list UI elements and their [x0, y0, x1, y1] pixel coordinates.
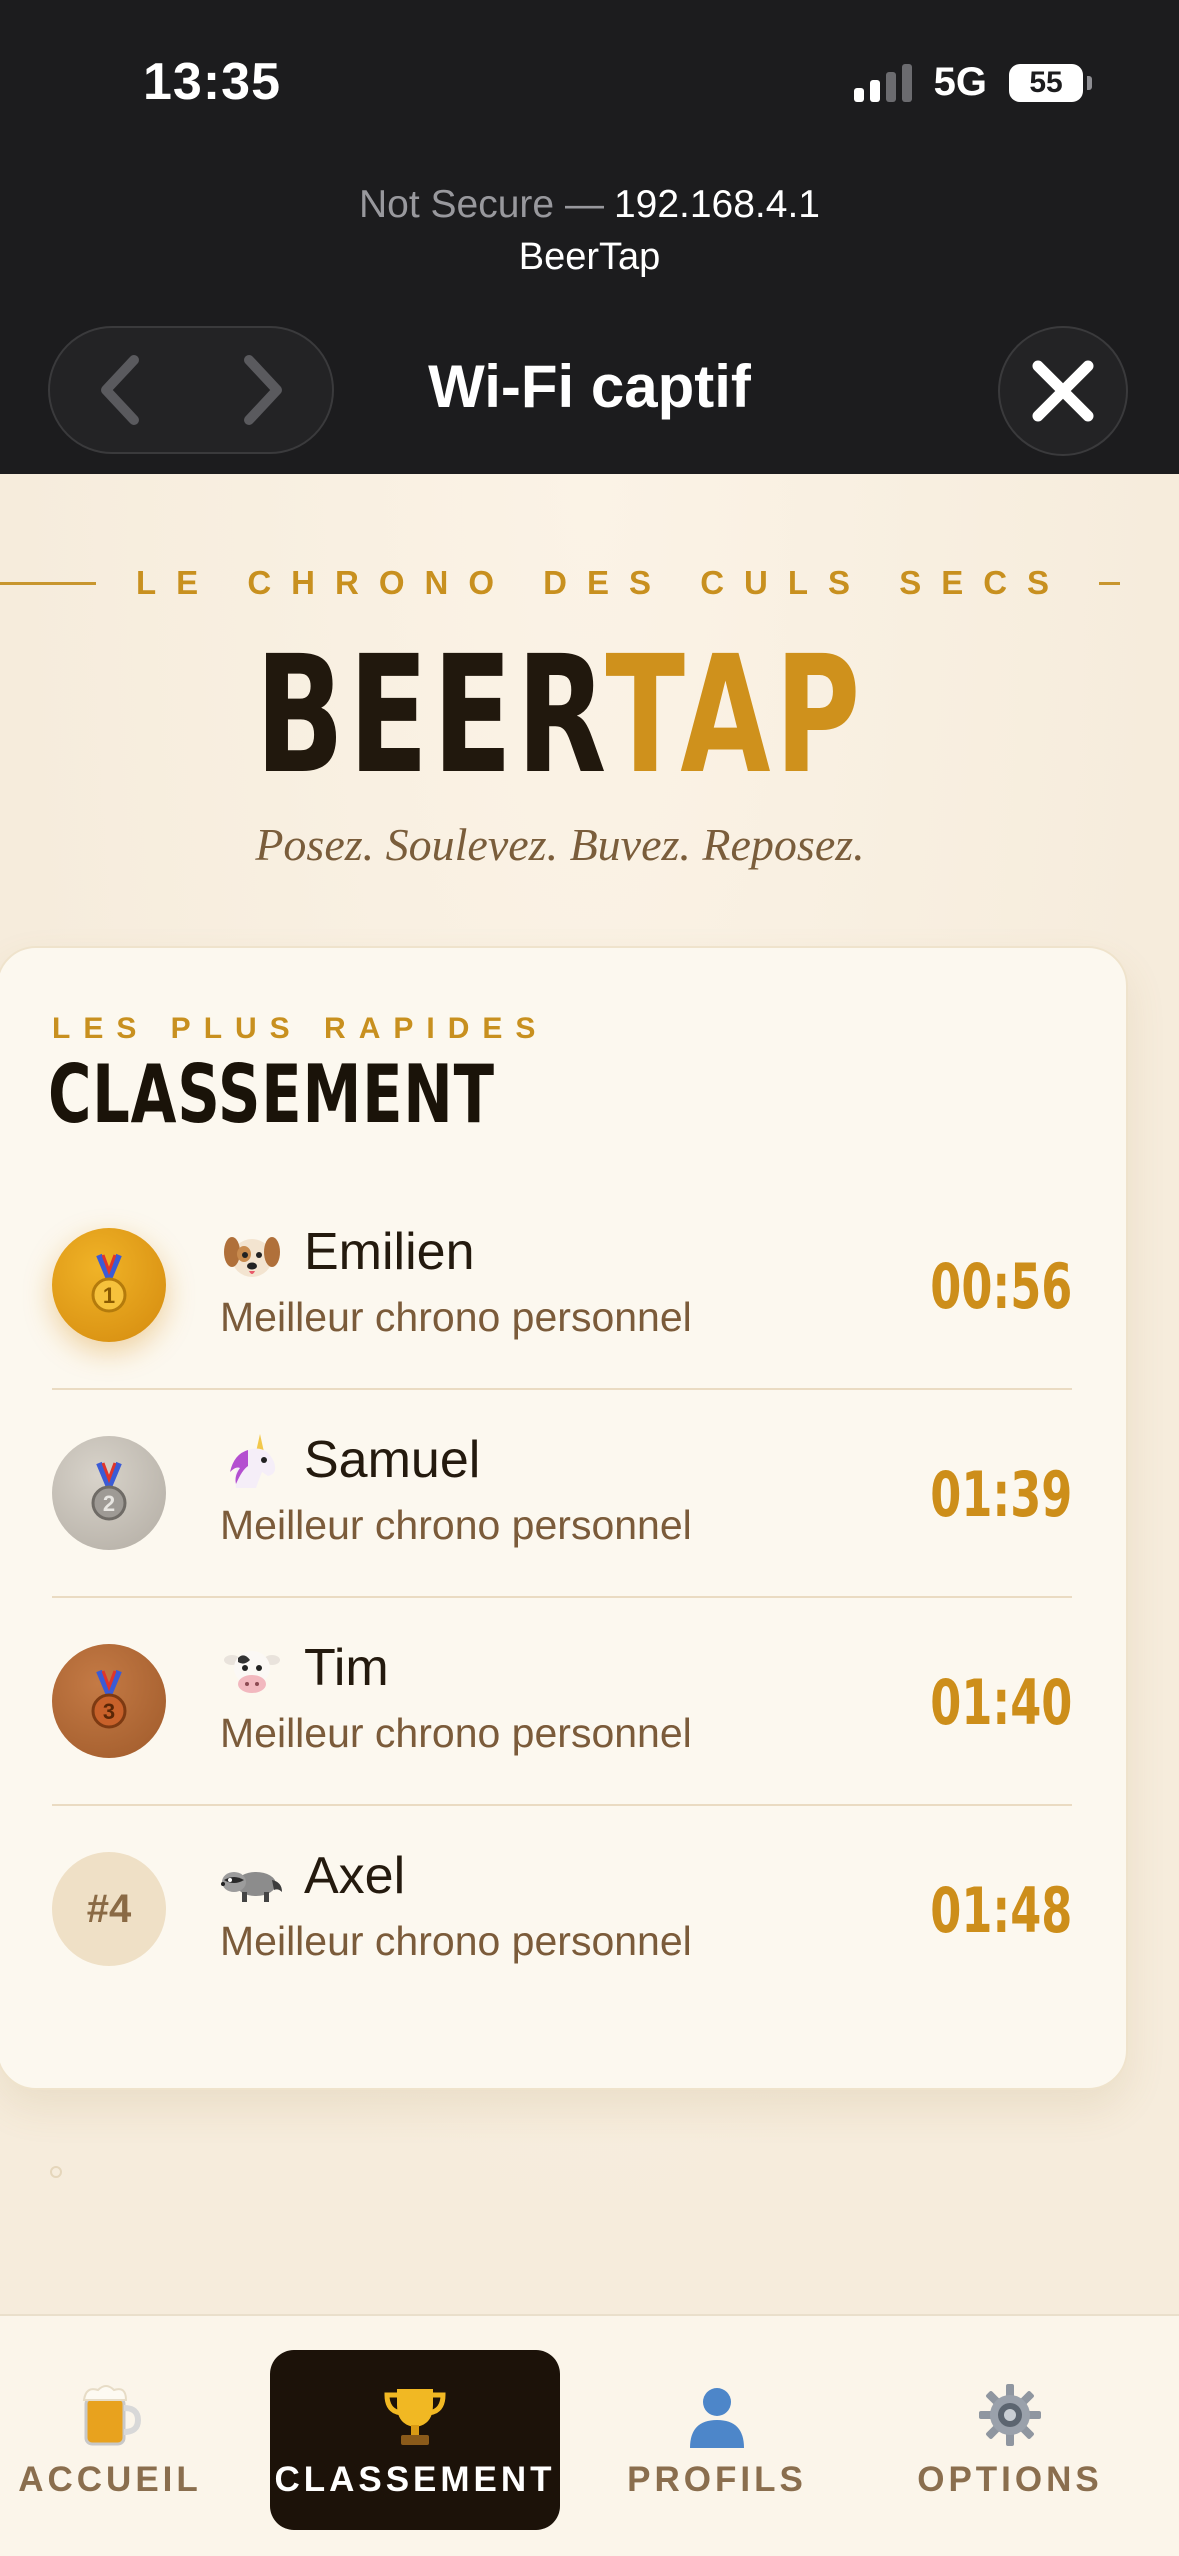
- tab-label: CLASSEMENT: [274, 2460, 556, 2499]
- not-secure-label: Not Secure —: [359, 183, 604, 226]
- brand-part-2: TAP: [605, 622, 865, 810]
- decorative-dot: [50, 2166, 62, 2178]
- player-subtitle: Meilleur chrono personnel: [220, 1918, 692, 1964]
- unicorn-icon: [220, 1430, 284, 1494]
- player-name: Axel: [304, 1847, 406, 1905]
- svg-text:1: 1: [103, 1283, 115, 1308]
- player-subtitle: Meilleur chrono personnel: [220, 1294, 692, 1340]
- site-name: BeerTap: [518, 236, 661, 278]
- signal-icon: [853, 63, 912, 102]
- url-bar[interactable]: Not Secure —192.168.4.1: [0, 183, 1179, 227]
- person-icon: [682, 2380, 752, 2450]
- leaderboard-row[interactable]: 1 Emilien Meilleur chrono personnel 00:5…: [52, 1182, 1072, 1390]
- player-name: Tim: [304, 1639, 389, 1697]
- close-icon: [1032, 360, 1094, 422]
- player-time: 00:56: [929, 1250, 1072, 1323]
- rank-badge: #4: [52, 1852, 166, 1966]
- trophy-icon: [380, 2380, 450, 2450]
- leaderboard-card: LES PLUS RAPIDES CLASSEMENT 1 Emilien Me…: [0, 946, 1128, 2090]
- bottom-tab-bar: ACCUEIL CLASSEMENT PROFILS OPTIONS: [0, 2314, 1179, 2556]
- player-subtitle: Meilleur chrono personnel: [220, 1710, 692, 1756]
- player-time: 01:48: [929, 1874, 1072, 1947]
- leaderboard-row[interactable]: 2 Samuel Meilleur chrono personnel 01:39: [52, 1390, 1072, 1598]
- network-type: 5G: [933, 60, 987, 104]
- dog-icon: [220, 1222, 284, 1286]
- brand-logo: BEERTAP: [157, 622, 963, 810]
- raccoon-icon: [220, 1846, 284, 1910]
- player-time: 01:39: [929, 1458, 1072, 1531]
- tagline: Posez. Soulevez. Buvez. Reposez.: [255, 819, 865, 870]
- tab-profils[interactable]: PROFILS: [620, 2350, 814, 2530]
- page-content: LE CHRONO DES CULS SECS BEERTAP Posez. S…: [0, 474, 1179, 2314]
- player-name: Samuel: [304, 1431, 481, 1489]
- bronze-medal-icon: 3: [52, 1644, 166, 1758]
- battery-icon: 55: [1009, 63, 1092, 102]
- tab-label: PROFILS: [627, 2460, 807, 2499]
- brand-part-1: BEER: [255, 622, 606, 810]
- status-indicators: 5G 55: [853, 60, 1092, 105]
- url-host: 192.168.4.1: [613, 183, 820, 226]
- hero-kicker-row: LE CHRONO DES CULS SECS: [0, 564, 1120, 602]
- kicker-line-right: [1099, 581, 1120, 585]
- leaderboard-row[interactable]: #4 Axel Meilleur chrono personnel 01:48: [52, 1806, 1072, 2014]
- cow-icon: [220, 1638, 284, 1702]
- battery-level: 55: [1029, 65, 1063, 99]
- tab-accueil[interactable]: ACCUEIL: [14, 2350, 206, 2530]
- svg-text:3: 3: [103, 1699, 115, 1724]
- rank-number: #4: [86, 1886, 132, 1931]
- hero-kicker: LE CHRONO DES CULS SECS: [136, 564, 1070, 601]
- tab-label: ACCUEIL: [18, 2460, 202, 2499]
- silver-medal-icon: 2: [52, 1436, 166, 1550]
- leaderboard-row[interactable]: 3 Tim Meilleur chrono personnel 01:40: [52, 1598, 1072, 1806]
- player-time: 01:40: [929, 1666, 1072, 1739]
- beer-mug-icon: [75, 2380, 145, 2450]
- tab-options[interactable]: OPTIONS: [910, 2350, 1110, 2530]
- tab-classement[interactable]: CLASSEMENT: [270, 2350, 560, 2530]
- kicker-line-left: [0, 581, 96, 585]
- leaderboard-kicker: LES PLUS RAPIDES: [52, 1012, 549, 1045]
- leaderboard-title: CLASSEMENT: [48, 1048, 495, 1141]
- gold-medal-icon: 1: [52, 1228, 166, 1342]
- status-time: 13:35: [143, 53, 281, 111]
- close-button[interactable]: [998, 326, 1128, 456]
- player-name: Emilien: [304, 1223, 475, 1281]
- browser-chrome: 13:35 5G 55 Not Secure —192.168.4.1 Beer…: [0, 0, 1179, 474]
- svg-text:2: 2: [103, 1491, 115, 1516]
- player-subtitle: Meilleur chrono personnel: [220, 1502, 692, 1548]
- gear-icon: [975, 2380, 1045, 2450]
- tab-label: OPTIONS: [917, 2460, 1103, 2499]
